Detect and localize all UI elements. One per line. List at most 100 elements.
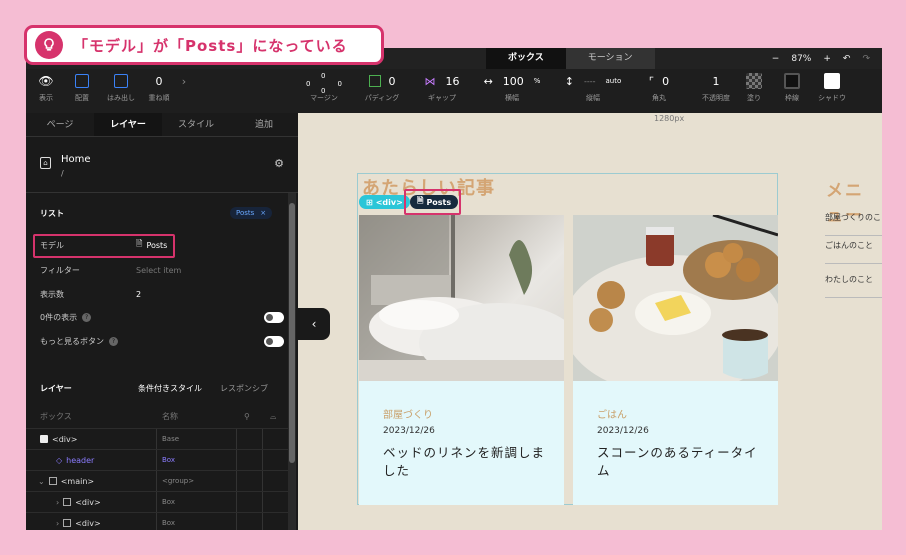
post-image-scones bbox=[573, 215, 778, 381]
overflow-tool[interactable]: はみ出し bbox=[104, 69, 138, 113]
box-icon bbox=[40, 435, 48, 443]
corner-radius-icon: ⌜ bbox=[648, 74, 655, 88]
tab-page[interactable]: ページ bbox=[26, 113, 94, 136]
page-header: ⌂ Home / ⚙ bbox=[26, 137, 298, 193]
empty-display-toggle[interactable] bbox=[264, 312, 284, 323]
menu-item[interactable]: わたしのこと bbox=[825, 274, 882, 298]
layer-row[interactable]: ◇ header Box bbox=[26, 449, 288, 470]
menu-item[interactable]: 部屋づくりのこと bbox=[825, 212, 882, 236]
gap-icon: ⋈ bbox=[424, 74, 436, 88]
tab-style[interactable]: スタイル bbox=[162, 113, 230, 136]
count-row[interactable]: 表示数 2 bbox=[40, 285, 270, 303]
placement-tool[interactable]: 配置 bbox=[70, 69, 94, 113]
lightbulb-icon bbox=[35, 31, 63, 59]
chevron-left-icon: ‹ bbox=[311, 317, 317, 331]
stack-order-tool[interactable]: 0 重ね順 bbox=[144, 69, 174, 113]
conditional-style-tab[interactable]: 条件付きスタイル bbox=[138, 383, 202, 394]
zoom-out-button[interactable]: − bbox=[772, 54, 780, 64]
zoom-controls: − 87% + ↶ ↷ bbox=[772, 48, 882, 69]
chevron-right-icon[interactable]: › bbox=[178, 69, 190, 113]
gap-tool[interactable]: ⋈ 16 ギャップ bbox=[422, 69, 462, 113]
post-card[interactable]: ごはん 2023/12/26 スコーンのあるティータイム bbox=[573, 215, 778, 505]
help-icon[interactable]: ? bbox=[82, 312, 92, 322]
zoom-level[interactable]: 87% bbox=[791, 54, 811, 64]
border-tool[interactable]: 枠線 bbox=[780, 69, 804, 113]
group-icon bbox=[63, 519, 72, 527]
height-icon: ↕ bbox=[564, 74, 574, 88]
collapse-panel-button[interactable]: ‹ bbox=[298, 308, 330, 340]
help-icon[interactable]: ? bbox=[109, 336, 118, 346]
padding-tool[interactable]: 0 パディング bbox=[362, 69, 402, 113]
post-date: 2023/12/26 bbox=[383, 426, 435, 436]
panel-tabs: ページ レイヤー スタイル 追加 bbox=[26, 113, 298, 137]
eye-icon: 👁 bbox=[38, 74, 54, 88]
scrollbar-thumb[interactable] bbox=[289, 203, 295, 463]
group-icon bbox=[48, 477, 57, 485]
mode-switch: ボックス モーション bbox=[486, 48, 655, 69]
opacity-tool[interactable]: 1 不透明度 bbox=[698, 69, 734, 113]
redo-icon[interactable]: ↷ bbox=[862, 54, 870, 64]
filter-row[interactable]: フィルター Select item bbox=[40, 261, 270, 279]
callout-banner: 「モデル」が「Posts」になっている bbox=[24, 25, 384, 65]
more-button-toggle[interactable] bbox=[264, 336, 284, 347]
tab-box[interactable]: ボックス bbox=[486, 48, 566, 69]
overflow-icon bbox=[114, 74, 128, 88]
chevron-right-icon[interactable]: › bbox=[56, 519, 59, 528]
responsive-tab[interactable]: レスポンシブ bbox=[220, 383, 268, 394]
canvas-width-label: 1280px bbox=[654, 114, 685, 123]
page-path: / bbox=[61, 169, 64, 178]
chevron-down-icon[interactable]: ⌄ bbox=[38, 477, 45, 486]
layer-row[interactable]: ⌄ <main> <group> bbox=[26, 470, 288, 491]
home-icon: ⌂ bbox=[40, 157, 51, 169]
close-icon[interactable]: × bbox=[260, 207, 266, 219]
menu-item[interactable]: ごはんのこと bbox=[825, 240, 882, 264]
zoom-in-button[interactable]: + bbox=[823, 54, 831, 64]
filter-select[interactable]: Select item bbox=[136, 266, 181, 275]
padding-icon bbox=[368, 75, 381, 87]
post-title[interactable]: ベッドのリネンを新調しました bbox=[383, 444, 553, 480]
post-card[interactable]: 部屋づくり 2023/12/26 ベッドのリネンを新調しました bbox=[359, 215, 564, 505]
post-category: ごはん bbox=[597, 410, 627, 421]
undo-icon[interactable]: ↶ bbox=[843, 54, 851, 64]
count-value[interactable]: 2 bbox=[136, 290, 141, 299]
display-tool[interactable]: 👁 表示 bbox=[34, 69, 58, 113]
height-tool[interactable]: ↕ ---- auto 縦幅 bbox=[558, 69, 628, 113]
tab-layers[interactable]: レイヤー bbox=[94, 113, 162, 136]
post-title[interactable]: スコーンのあるティータイム bbox=[597, 444, 767, 480]
group-icon bbox=[63, 498, 72, 506]
tab-motion[interactable]: モーション bbox=[566, 48, 655, 69]
panel-scrollbar[interactable] bbox=[288, 193, 296, 530]
page-title: Home bbox=[61, 154, 91, 165]
tab-add[interactable]: 追加 bbox=[230, 113, 298, 136]
width-tool[interactable]: ↔ 100% 横幅 bbox=[480, 69, 544, 113]
left-panel: ページ レイヤー スタイル 追加 ⌂ Home / ⚙ リスト Posts × … bbox=[26, 113, 298, 530]
shadow-tool[interactable]: シャドウ bbox=[816, 69, 848, 113]
settings-sliders-icon[interactable]: ⚙ bbox=[274, 157, 284, 170]
post-category: 部屋づくり bbox=[383, 410, 433, 421]
fill-tool[interactable]: 塗り bbox=[742, 69, 766, 113]
chevron-right-icon[interactable]: › bbox=[56, 498, 59, 507]
stack-order-value[interactable]: 0 bbox=[144, 69, 174, 93]
layer-row[interactable]: › <div> Box bbox=[26, 491, 288, 512]
border-icon bbox=[784, 73, 800, 89]
shadow-icon bbox=[824, 73, 840, 89]
checker-icon bbox=[746, 73, 762, 89]
layer-row[interactable]: <div> Base bbox=[26, 428, 288, 449]
property-toolbar: 👁 表示 配置 はみ出し 0 重ね順 › 0 0 0 0 マージン 0 パディン… bbox=[26, 69, 882, 113]
grid-icon: ⊞ bbox=[366, 197, 373, 207]
post-date: 2023/12/26 bbox=[597, 426, 649, 436]
layer-row[interactable]: › <div> Box bbox=[26, 512, 288, 530]
div-tag[interactable]: ⊞ <div> bbox=[359, 195, 410, 209]
radius-tool[interactable]: ⌜ 0 角丸 bbox=[638, 69, 680, 113]
eye-off-icon: ⌓ bbox=[270, 411, 277, 421]
post-image-bedroom bbox=[359, 215, 564, 381]
list-model-badge[interactable]: Posts × bbox=[230, 207, 273, 219]
posts-tag-highlight bbox=[404, 189, 461, 215]
more-button-row: もっと見るボタン ? bbox=[40, 332, 298, 350]
empty-display-row: 0件の表示 ? bbox=[40, 308, 298, 326]
callout-text: 「モデル」が「Posts」になっている bbox=[73, 36, 348, 55]
editor-window: ボックス モーション − 87% + ↶ ↷ 👁 表示 配置 はみ出し 0 重ね… bbox=[26, 48, 882, 530]
margin-tool[interactable]: 0 0 0 0 マージン bbox=[304, 69, 344, 113]
model-highlight bbox=[33, 234, 175, 258]
layer-columns: ボックス 名称 ⚲ ⌓ bbox=[40, 411, 277, 422]
